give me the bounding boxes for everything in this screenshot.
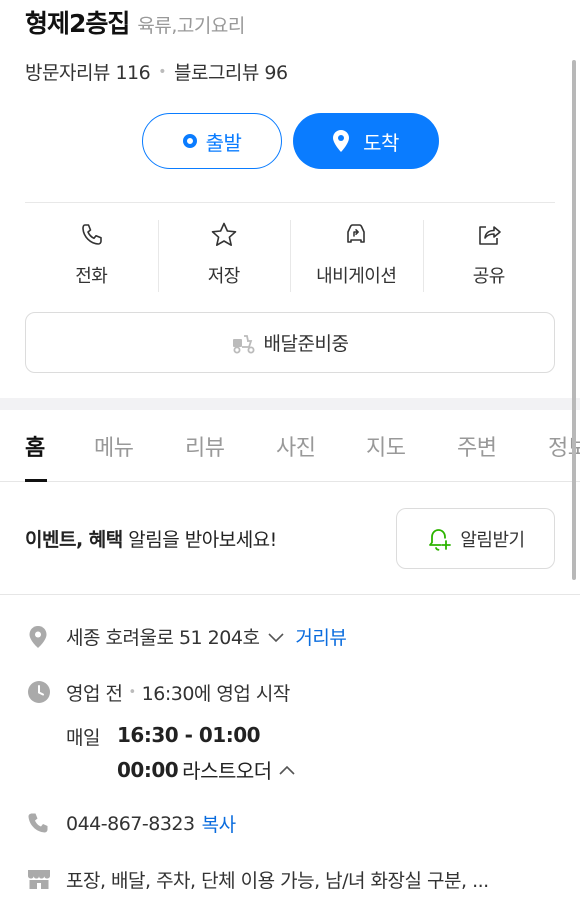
last-order-label: 라스트오더	[182, 759, 272, 783]
hours-day: 매일	[66, 727, 100, 749]
action-call-label: 전화	[75, 266, 108, 287]
amenities-row[interactable]: 포장, 배달, 주차, 단체 이용 가능, 남/녀 화장실 구분, ...	[66, 866, 489, 893]
depart-button[interactable]: 출발	[142, 113, 282, 169]
address-row: 세종 호려울로 51 204호 거리뷰	[66, 623, 347, 650]
separator-dot: •	[128, 685, 136, 700]
action-save[interactable]: 저장	[157, 220, 291, 292]
action-navigation-label: 내비게이션	[316, 266, 397, 287]
action-share[interactable]: 공유	[422, 220, 556, 292]
street-view-link[interactable]: 거리뷰	[295, 623, 346, 650]
copy-phone-button[interactable]: 복사	[202, 810, 236, 837]
address-text: 세종 호려울로 51 204호	[66, 627, 260, 649]
arrive-label: 도착	[363, 130, 399, 155]
depart-ring-icon	[182, 134, 197, 148]
notify-button[interactable]: 알림받기	[396, 508, 555, 569]
phone-icon	[82, 224, 103, 245]
scrollbar[interactable]	[572, 60, 576, 580]
tab-menu[interactable]: 메뉴	[94, 430, 134, 462]
notify-label: 알림받기	[460, 529, 525, 551]
quick-actions: 전화 저장 내비게이션 공유	[25, 220, 555, 292]
delivery-label: 배달준비중	[263, 333, 349, 355]
delivery-scooter-icon	[232, 334, 255, 353]
business-status: 영업 전	[66, 683, 123, 705]
place-category: 육류,고기요리	[137, 15, 245, 37]
title-row: 형제2층집 육류,고기요리	[25, 4, 245, 40]
visitor-review-link[interactable]: 방문자리뷰 116	[25, 58, 151, 85]
divider	[25, 202, 555, 203]
clock-icon	[28, 681, 50, 703]
action-navigation[interactable]: 내비게이션	[290, 220, 423, 292]
place-name: 형제2층집	[25, 9, 130, 38]
blog-review-link[interactable]: 블로그리뷰 96	[174, 58, 288, 85]
share-icon	[478, 226, 501, 245]
separator-dot: •	[158, 63, 166, 80]
last-order-row: 00:00 라스트오더	[117, 755, 298, 784]
business-status-detail: 16:30에 영업 시작	[141, 683, 291, 705]
action-share-label: 공유	[472, 266, 506, 287]
location-pin-icon	[29, 626, 47, 648]
navigation-icon	[347, 224, 366, 243]
business-status-row[interactable]: 영업 전 • 16:30에 영업 시작	[66, 679, 290, 706]
event-notice: 이벤트, 혜택 알림을 받아보세요! 알림받기	[0, 483, 580, 595]
bell-plus-icon	[429, 528, 452, 551]
tab-bar: 홈 메뉴 리뷰 사진 지도 주변 정보	[0, 410, 580, 482]
action-save-label: 저장	[207, 266, 241, 287]
place-summary: 형제2층집 육류,고기요리 방문자리뷰 116 • 블로그리뷰 96 출발 도착…	[0, 0, 580, 398]
event-text-bold: 이벤트, 혜택	[25, 529, 123, 551]
action-call[interactable]: 전화	[25, 220, 158, 292]
arrive-button[interactable]: 도착	[293, 113, 439, 169]
tab-home[interactable]: 홈	[25, 430, 45, 462]
hours-time: 16:30 - 01:00	[117, 723, 261, 747]
last-order-time: 00:00	[117, 757, 179, 782]
chevron-up-icon[interactable]	[276, 760, 298, 780]
phone-number[interactable]: 044-867-8323	[66, 813, 195, 835]
store-icon	[28, 870, 50, 889]
event-text: 이벤트, 혜택 알림을 받아보세요!	[25, 525, 277, 552]
section-gap	[0, 398, 580, 410]
location-pin-icon	[333, 130, 350, 152]
depart-label: 출발	[205, 130, 242, 155]
active-tab-indicator	[25, 479, 47, 482]
review-counts: 방문자리뷰 116 • 블로그리뷰 96	[25, 58, 288, 85]
amenities-text: 포장, 배달, 주차, 단체 이용 가능, 남/녀 화장실 구분, ...	[66, 870, 489, 892]
phone-filled-icon	[28, 813, 48, 833]
tab-map[interactable]: 지도	[366, 430, 406, 462]
event-text-rest: 알림을 받아보세요!	[122, 529, 277, 551]
star-icon	[211, 222, 237, 246]
phone-row: 044-867-8323 복사	[66, 810, 236, 837]
chevron-down-icon[interactable]	[265, 627, 287, 647]
tab-photo[interactable]: 사진	[276, 430, 316, 462]
tab-nearby[interactable]: 주변	[457, 430, 497, 462]
tab-review[interactable]: 리뷰	[185, 430, 225, 462]
delivery-status-button[interactable]: 배달준비중	[25, 312, 555, 373]
